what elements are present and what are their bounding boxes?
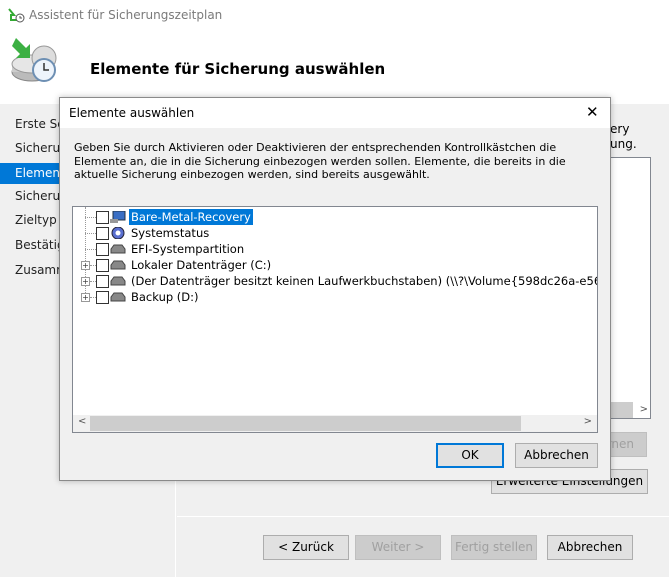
footer-divider [177, 516, 669, 517]
select-items-dialog: Elemente auswählen ✕ Geben Sie durch Akt… [59, 97, 611, 481]
scroll-right-arrow[interactable]: > [584, 416, 592, 427]
drive-icon [110, 244, 126, 254]
drive-icon [110, 276, 126, 286]
dialog-instructions: Geben Sie durch Aktivieren oder Deaktivi… [74, 141, 566, 181]
page-title: Elemente für Sicherung auswählen [90, 60, 386, 78]
wizard-header: Elemente für Sicherung auswählen [0, 30, 669, 104]
drive-icon [110, 260, 126, 270]
checkbox[interactable] [96, 291, 109, 304]
back-button[interactable]: < Zurück [263, 535, 349, 560]
tree-item-efi-partition[interactable]: EFI-Systempartition [73, 241, 597, 257]
list-scroll-right[interactable]: > [640, 402, 648, 418]
backup-schedule-icon [11, 38, 57, 82]
expand-icon[interactable]: + [81, 277, 90, 286]
tree-item-local-disk-c[interactable]: + Lokaler Datenträger (C:) [73, 257, 597, 273]
dialog-title: Elemente auswählen [69, 106, 195, 120]
computer-icon [110, 211, 126, 223]
description-fragment: ery [610, 122, 630, 136]
description-fragment-2: ung. [610, 137, 637, 151]
expand-icon[interactable]: + [81, 293, 90, 302]
window-title-bar: Assistent für Sicherungszeitplan [0, 0, 669, 30]
tree-item-bare-metal-recovery[interactable]: Bare-Metal-Recovery [73, 209, 597, 225]
next-button[interactable]: Weiter > [355, 535, 441, 560]
backup-app-icon [8, 8, 25, 23]
ok-button[interactable]: OK [436, 443, 504, 468]
checkbox[interactable] [96, 243, 109, 256]
expand-icon[interactable]: + [81, 261, 90, 270]
checkbox[interactable] [96, 275, 109, 288]
checkbox[interactable] [96, 211, 109, 224]
dialog-title-bar: Elemente auswählen ✕ [60, 98, 610, 128]
checkbox[interactable] [96, 227, 109, 240]
tree-item-system-state[interactable]: Systemstatus [73, 225, 597, 241]
window-title: Assistent für Sicherungszeitplan [29, 8, 223, 22]
drive-icon [110, 292, 126, 302]
dialog-cancel-button[interactable]: Abbrechen [515, 443, 598, 468]
scroll-left-arrow[interactable]: < [78, 416, 86, 427]
finish-button[interactable]: Fertig stellen [451, 535, 537, 560]
tree-item-backup-d[interactable]: + Backup (D:) [73, 289, 597, 305]
cancel-button[interactable]: Abbrechen [547, 535, 633, 560]
scrollbar-thumb[interactable] [90, 416, 521, 431]
tree-item-volume-no-letter[interactable]: + (Der Datenträger besitzt keinen Laufwe… [73, 273, 597, 289]
checkbox[interactable] [96, 259, 109, 272]
gear-icon [111, 227, 125, 239]
close-icon[interactable]: ✕ [586, 103, 599, 121]
horizontal-scrollbar[interactable]: < > [73, 415, 597, 432]
items-tree[interactable]: Bare-Metal-Recovery Systemstatus EFI-Sys… [72, 206, 598, 433]
